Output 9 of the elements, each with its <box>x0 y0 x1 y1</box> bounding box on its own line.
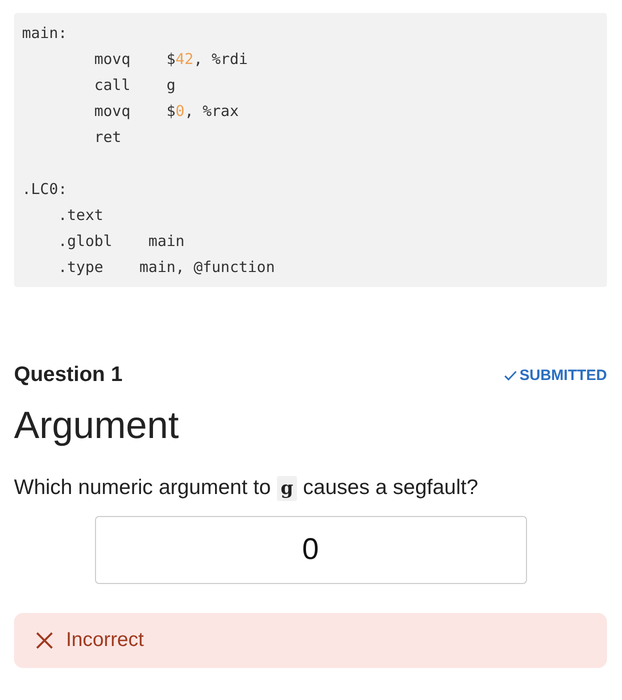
answer-field[interactable]: 0 <box>94 516 526 584</box>
question-label: Question 1 <box>14 363 123 387</box>
submitted-status: SUBMITTED <box>504 366 607 384</box>
question-title: Argument <box>14 405 180 448</box>
x-icon <box>36 632 53 649</box>
code-block: main: movq $42, %rdi call g movq $0, %rax ret .LC0: .text .globl main .type main, @function <box>14 13 607 287</box>
question-prompt: Which numeric argument to g causes a segfault? <box>14 476 480 500</box>
check-icon <box>504 370 516 380</box>
feedback-text: Incorrect <box>66 629 144 652</box>
